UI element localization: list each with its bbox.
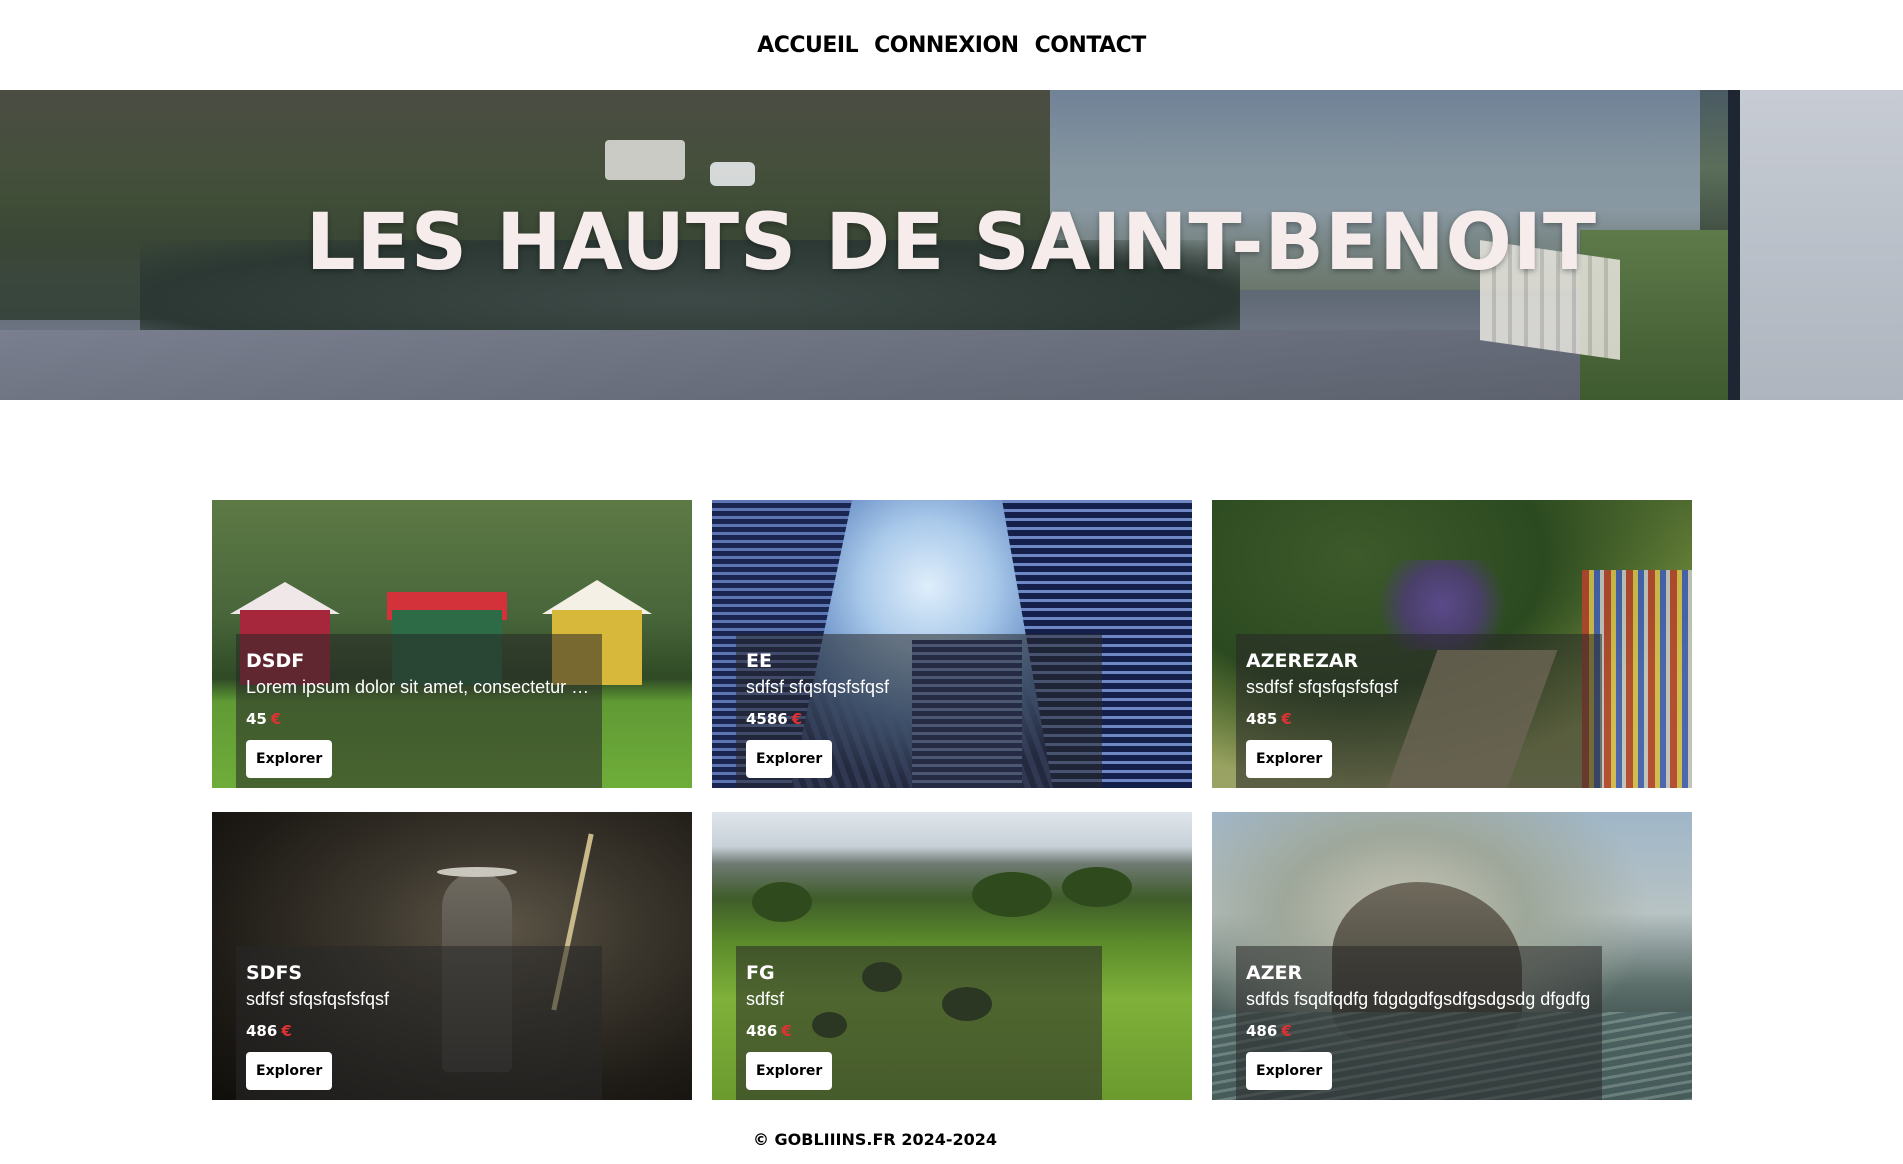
card-currency: € bbox=[281, 1022, 292, 1040]
property-card: AZEREZAR ssdfsf sfqsfqsfsfqsf 485 € Explo… bbox=[1212, 500, 1692, 788]
nav-contact-link[interactable]: CONTACT bbox=[1035, 33, 1147, 58]
explore-button[interactable]: Explorer bbox=[746, 1052, 833, 1090]
hero-car bbox=[710, 162, 755, 186]
property-card: AZER sdfds fsqdfqdfg fdgdgdfgsdfgsdgsdg … bbox=[1212, 812, 1692, 1100]
card-price-value: 45 bbox=[246, 710, 267, 728]
card-currency: € bbox=[791, 710, 803, 728]
card-title: FG bbox=[746, 962, 775, 984]
card-price: 485 € bbox=[1246, 710, 1292, 728]
footer-copyright: © GOBLIIINS.FR 2024-2024 bbox=[752, 1130, 998, 1149]
card-title: EE bbox=[746, 650, 772, 672]
nav-connexion-link[interactable]: CONNEXION bbox=[874, 33, 1019, 58]
card-description: sdfsf sfqsfqsfsfqsf bbox=[746, 677, 890, 697]
hero-title: LES HAUTS DE SAINT-BENOIT bbox=[305, 198, 1598, 288]
card-description: ssdfsf sfqsfqsfsfqsf bbox=[1246, 677, 1399, 697]
card-price: 486 € bbox=[1246, 1022, 1292, 1040]
hero-banner: LES HAUTS DE SAINT-BENOIT bbox=[0, 90, 1903, 400]
card-description: sdfds fsqdfqdfg fdgdgdfgsdfgsdgsdg dfgdf… bbox=[1246, 989, 1591, 1009]
card-price-value: 485 bbox=[1246, 710, 1278, 728]
explore-button[interactable]: Explorer bbox=[1246, 740, 1333, 778]
card-description: sdfsf sfqsfqsfsfqsf bbox=[246, 989, 390, 1009]
card-title: SDFS bbox=[246, 962, 303, 984]
card-title: DSDF bbox=[246, 650, 305, 672]
card-price: 4586 € bbox=[746, 710, 802, 728]
nav-accueil-link[interactable]: ACCUEIL bbox=[757, 33, 858, 58]
property-card: FG sdfsf 486 € Explorer bbox=[712, 812, 1192, 1100]
property-card: DSDF Lorem ipsum dolor sit amet, consect… bbox=[212, 500, 692, 788]
card-currency: € bbox=[270, 710, 282, 728]
hero-van bbox=[605, 140, 685, 180]
card-price-value: 486 bbox=[1246, 1022, 1278, 1040]
card-price: 486 € bbox=[746, 1022, 792, 1040]
card-price-value: 486 bbox=[746, 1022, 778, 1040]
property-card: SDFS sdfsf sfqsfqsfsfqsf 486 € Explorer bbox=[212, 812, 692, 1100]
card-title: AZER bbox=[1246, 962, 1303, 984]
explore-button[interactable]: Explorer bbox=[746, 740, 833, 778]
top-nav: ACCUEIL CONNEXION CONTACT bbox=[0, 0, 1903, 90]
card-price: 486 € bbox=[246, 1022, 292, 1040]
explore-button[interactable]: Explorer bbox=[246, 1052, 333, 1090]
card-price-value: 486 bbox=[246, 1022, 278, 1040]
card-price: 45 € bbox=[246, 710, 281, 728]
card-description: Lorem ipsum dolor sit amet, consectetur … bbox=[246, 677, 592, 697]
property-card: EE sdfsf sfqsfqsfsfqsf 4586 € Explorer bbox=[712, 500, 1192, 788]
explore-button[interactable]: Explorer bbox=[1246, 1052, 1333, 1090]
card-currency: € bbox=[781, 1022, 792, 1040]
card-price-value: 4586 bbox=[746, 710, 788, 728]
explore-button[interactable]: Explorer bbox=[246, 740, 333, 778]
card-currency: € bbox=[1281, 1022, 1292, 1040]
card-title: AZEREZAR bbox=[1246, 650, 1359, 672]
card-description: sdfsf bbox=[746, 989, 785, 1009]
card-currency: € bbox=[1281, 710, 1292, 728]
